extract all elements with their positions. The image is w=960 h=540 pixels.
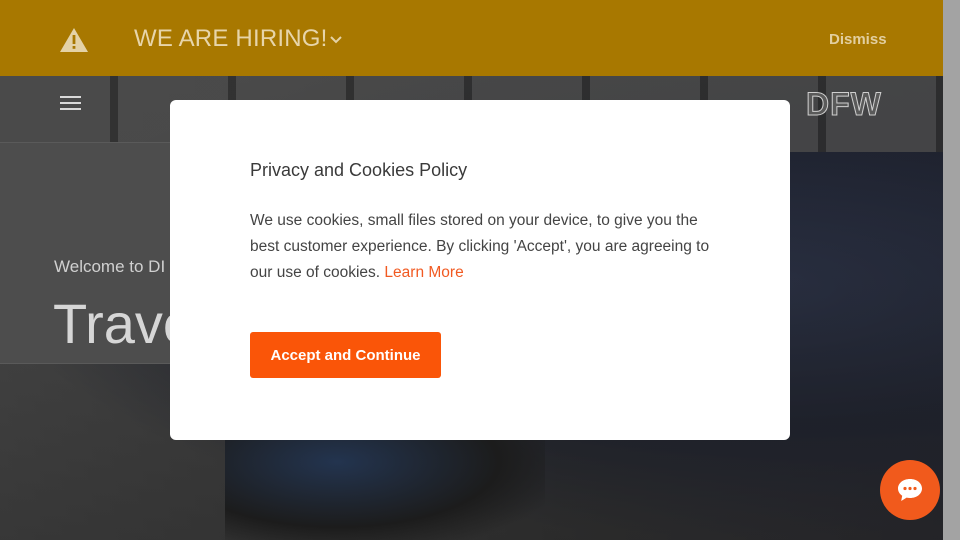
learn-more-link[interactable]: Learn More	[384, 264, 463, 281]
accept-and-continue-button[interactable]: Accept and Continue	[250, 332, 441, 378]
banner-title[interactable]: WE ARE HIRING!	[134, 25, 328, 53]
hamburger-menu-icon[interactable]	[60, 96, 81, 114]
chat-launcher-button[interactable]	[880, 460, 940, 520]
modal-body: We use cookies, small files stored on yo…	[250, 208, 720, 286]
site-logo[interactable]: DFW	[806, 86, 882, 123]
dismiss-button[interactable]: Dismiss	[829, 31, 887, 48]
hero-welcome-text: Welcome to DI	[54, 257, 166, 276]
warning-icon	[60, 28, 88, 52]
page-scrollbar[interactable]	[943, 0, 960, 540]
chat-bubble-icon	[898, 479, 922, 501]
hiring-banner: WE ARE HIRING! Dismiss	[0, 0, 943, 76]
modal-title: Privacy and Cookies Policy	[250, 160, 468, 180]
chevron-down-icon[interactable]	[329, 34, 343, 46]
page: WE ARE HIRING! Dismiss DFW Welcome to DI…	[0, 0, 960, 540]
cookie-consent-modal: Privacy and Cookies Policy We use cookie…	[170, 100, 790, 440]
modal-body-text: We use cookies, small files stored on yo…	[250, 212, 710, 281]
